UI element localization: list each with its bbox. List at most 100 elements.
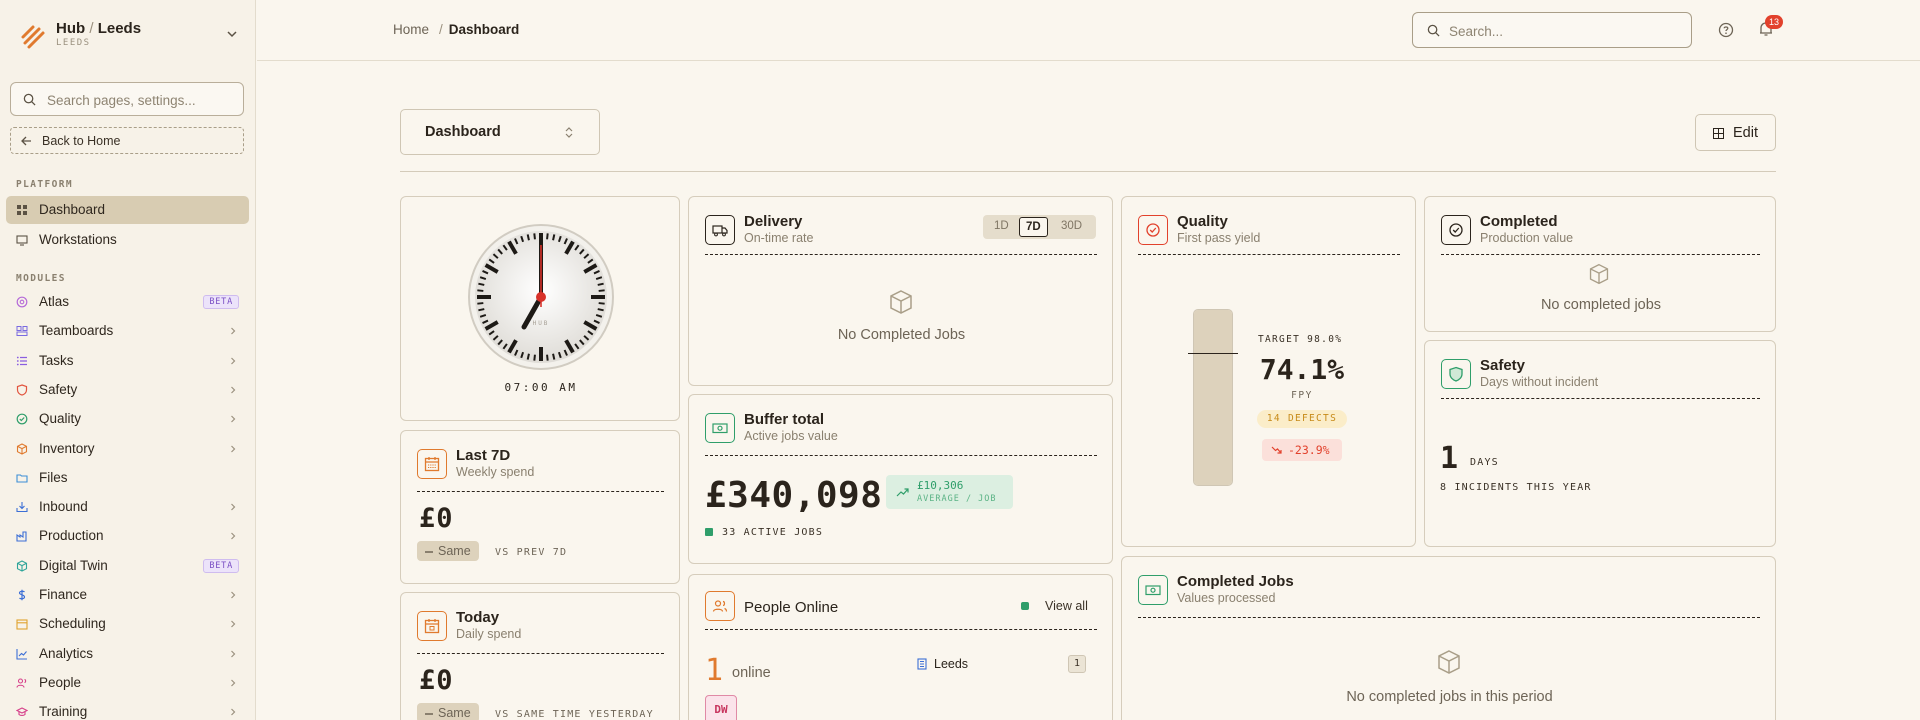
completed-card: Completed Production value No completed …	[1424, 196, 1776, 332]
range-30d[interactable]: 30D	[1061, 220, 1082, 232]
sidebar-item-atlas[interactable]: Atlas BETA	[6, 288, 249, 316]
empty-box-icon	[1438, 650, 1460, 674]
avatar[interactable]: DW	[705, 695, 737, 720]
quality-subtitle: First pass yield	[1177, 231, 1261, 245]
trending-down-icon	[1271, 446, 1282, 454]
safety-days: 1	[1440, 441, 1460, 476]
breadcrumb-separator: /	[439, 22, 443, 37]
dashboard-select[interactable]: Dashboard	[400, 109, 600, 155]
site-count: 1	[1068, 655, 1086, 673]
check-circle-icon	[1449, 223, 1463, 237]
sidebar-item-analytics[interactable]: Analytics	[6, 640, 249, 668]
completed-jobs-card: Completed Jobs Values processed No compl…	[1121, 556, 1776, 720]
sidebar: Hub / Leeds LEEDS Back to Home PLATFORM …	[0, 0, 256, 720]
online-count: 1	[705, 653, 725, 688]
range-1d[interactable]: 1D	[994, 220, 1009, 232]
sidebar-item-people[interactable]: People	[6, 669, 249, 697]
clock-tick	[552, 234, 556, 241]
global-search-input[interactable]	[1449, 22, 1679, 40]
minus-icon	[425, 712, 433, 715]
sidebar-item-label: Digital Twin	[39, 557, 108, 573]
sidebar-item-production[interactable]: Production	[6, 522, 249, 550]
org-switcher[interactable]: Hub / Leeds LEEDS	[20, 18, 240, 52]
atlas-icon	[16, 296, 28, 308]
beta-badge: BETA	[203, 295, 239, 309]
sidebar-item-inbound[interactable]: Inbound	[6, 493, 249, 521]
people-online-card: People Online View all 1 online Leeds 1 …	[688, 574, 1113, 720]
box-icon	[16, 442, 28, 455]
sidebar-item-dashboard[interactable]: Dashboard	[6, 196, 249, 224]
divider	[417, 491, 664, 492]
sidebar-item-inventory[interactable]: Inventory	[6, 435, 249, 463]
today-compare: VS SAME TIME YESTERDAY	[495, 709, 654, 720]
sidebar-item-tasks[interactable]: Tasks	[6, 347, 249, 375]
grid-icon	[1713, 128, 1724, 139]
quality-value: 74.1%	[1259, 353, 1345, 386]
chevron-right-icon	[231, 620, 236, 628]
sidebar-item-safety[interactable]: Safety	[6, 376, 249, 404]
today-badge-label: Same	[438, 706, 471, 720]
breadcrumb-current: Dashboard	[448, 22, 520, 37]
clock-tick	[477, 289, 484, 292]
range-7d[interactable]: 7D	[1019, 217, 1048, 237]
breadcrumb-home[interactable]: Home	[393, 22, 429, 37]
sidebar-item-files[interactable]: Files	[6, 464, 249, 492]
sidebar-item-scheduling[interactable]: Scheduling	[6, 610, 249, 638]
clock-tick	[552, 353, 556, 360]
completed-title: Completed	[1480, 213, 1558, 230]
global-search[interactable]	[1412, 12, 1692, 48]
sidebar-search-input[interactable]	[47, 90, 237, 110]
shield-icon	[16, 384, 28, 396]
yield-gauge-fill	[1194, 310, 1232, 485]
safety-card: Safety Days without incident 1 DAYS 8 IN…	[1424, 340, 1776, 547]
workstation-icon	[16, 235, 28, 246]
sidebar-item-label: Safety	[39, 381, 78, 397]
clock-tick	[526, 353, 530, 360]
grid-icon	[17, 205, 27, 215]
empty-box-icon	[1589, 263, 1609, 285]
arrow-left-icon	[21, 136, 31, 146]
sidebar-item-quality[interactable]: Quality	[6, 405, 249, 433]
calendar-day-icon	[424, 619, 440, 634]
sidebar-item-training[interactable]: Training	[6, 698, 249, 720]
sidebar-search[interactable]	[10, 82, 244, 116]
edit-button[interactable]: Edit	[1695, 114, 1776, 151]
quality-delta-badge: -23.9%	[1262, 439, 1342, 461]
buffer-value: £340,098	[705, 475, 883, 516]
breadcrumb: Home / Dashboard	[393, 22, 519, 37]
last7d-compare: VS PREV 7D	[495, 547, 568, 558]
view-all-link[interactable]: View all	[1045, 599, 1088, 613]
sidebar-item-finance[interactable]: Finance	[6, 581, 249, 609]
sidebar-item-workstations[interactable]: Workstations	[6, 226, 249, 254]
today-card: Today Daily spend £0 Same VS SAME TIME Y…	[400, 592, 680, 720]
cube-icon	[16, 560, 28, 572]
clock-tick	[478, 282, 485, 286]
sidebar-item-label: Scheduling	[39, 616, 106, 632]
safety-subtitle: Days without incident	[1480, 375, 1599, 389]
dollar-icon	[18, 589, 26, 601]
average-label: AVERAGE / JOB	[917, 494, 997, 504]
safety-incidents: 8 INCIDENTS THIS YEAR	[1440, 482, 1592, 493]
last7d-badge: Same	[417, 541, 479, 561]
back-home-button[interactable]: Back to Home	[10, 127, 244, 154]
shield-icon	[1449, 366, 1463, 382]
divider	[705, 254, 1097, 255]
divider	[1138, 254, 1400, 255]
inbound-icon	[16, 502, 28, 513]
sidebar-item-label: Inventory	[39, 440, 95, 456]
safety-title: Safety	[1480, 357, 1526, 374]
buffer-title: Buffer total	[744, 411, 824, 428]
help-icon[interactable]	[1718, 22, 1734, 38]
training-icon	[16, 707, 28, 717]
completed-icon-box	[1441, 215, 1471, 245]
sidebar-item-teamboards[interactable]: Teamboards	[6, 317, 249, 345]
clock-tick	[598, 289, 605, 292]
site-name: Leeds	[934, 657, 969, 671]
delivery-title: Delivery	[744, 213, 803, 230]
last7d-title: Last 7D	[456, 447, 511, 464]
analog-clock: HUB	[468, 224, 614, 370]
clock-tick	[546, 354, 549, 361]
sidebar-item-digital-twin[interactable]: Digital Twin BETA	[6, 552, 249, 580]
status-dot	[705, 528, 713, 536]
sidebar-item-label: Workstations	[39, 232, 117, 247]
